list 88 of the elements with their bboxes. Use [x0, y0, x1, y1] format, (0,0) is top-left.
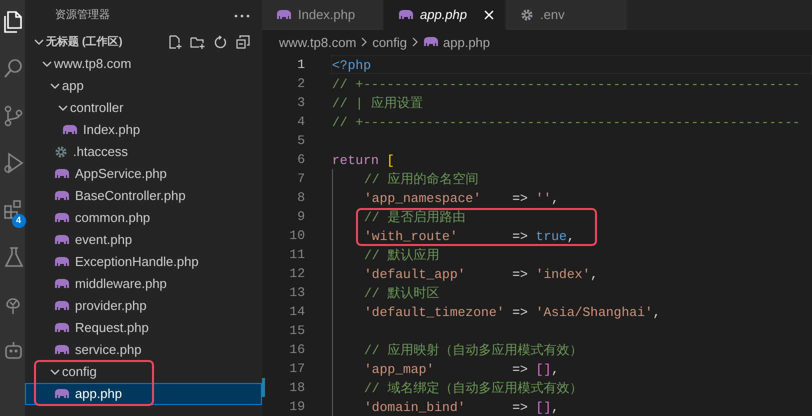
code-line: return [: [331, 152, 396, 169]
code-line: 'default_timezone' => 'Asia/Shanghai',: [331, 302, 812, 321]
line-number: 5: [296, 132, 305, 150]
line-number: 8: [296, 189, 305, 207]
elephant-icon: [54, 212, 70, 224]
file-item[interactable]: app.php: [25, 383, 262, 405]
code-line: // 是否启用路由: [331, 207, 812, 226]
folder-item[interactable]: app: [25, 75, 262, 97]
code-line: // | 应用设置: [331, 95, 424, 112]
elephant-icon: [54, 234, 70, 246]
line-number: 1: [296, 56, 305, 74]
gear-icon: [54, 145, 68, 159]
new-file-icon[interactable]: [167, 34, 182, 50]
chevron-right-icon: [359, 36, 370, 48]
elephant-icon: [54, 256, 70, 268]
files-icon[interactable]: [2, 10, 24, 34]
code-line: // 默认应用: [331, 245, 812, 264]
file-item[interactable]: provider.php: [25, 295, 262, 317]
breadcrumb-item[interactable]: config: [372, 32, 408, 52]
blocks-icon[interactable]: [2, 198, 24, 222]
elephant-icon: [54, 168, 70, 180]
line-number: 7: [296, 170, 305, 188]
code-line: // 应用的命名空间: [331, 169, 812, 188]
play-icon[interactable]: [2, 151, 24, 175]
line-number: 13: [288, 284, 305, 302]
elephant-icon: [54, 388, 70, 400]
editor-tab[interactable]: Index.php: [262, 0, 384, 30]
file-item[interactable]: BaseController.php: [25, 185, 262, 207]
line-number: 2: [296, 75, 305, 93]
line-number: 12: [288, 265, 305, 283]
line-number: 15: [288, 322, 305, 340]
new-folder-icon[interactable]: [190, 34, 205, 50]
file-item[interactable]: Index.php: [25, 119, 262, 141]
folder-item[interactable]: config: [25, 361, 262, 383]
line-number: 16: [288, 341, 305, 359]
editor-tab[interactable]: app.php: [384, 0, 506, 30]
code-line: // 默认时区: [331, 283, 812, 302]
code-line: 'app_namespace' => '',: [331, 188, 812, 207]
breadcrumb-item[interactable]: app.php: [423, 32, 490, 52]
flask-icon[interactable]: [2, 245, 24, 269]
file-item[interactable]: middleware.php: [25, 273, 262, 295]
file-item[interactable]: event.php: [25, 229, 262, 251]
elephant-icon: [54, 278, 70, 290]
workspace-name: 无标题 (工作区): [46, 34, 122, 50]
line-number: 14: [288, 303, 305, 321]
line-number: 9: [296, 208, 305, 226]
file-item[interactable]: Request.php: [25, 317, 262, 339]
file-item[interactable]: ExceptionHandle.php: [25, 251, 262, 273]
code-line: // 域名绑定（自动多应用模式有效）: [331, 378, 812, 397]
file-item[interactable]: .htaccess: [25, 141, 262, 163]
code-line: 'app_map' => [],: [331, 359, 812, 378]
elephant-icon: [54, 322, 70, 334]
editor-tab[interactable]: .env: [506, 0, 628, 30]
line-number: 10: [288, 227, 305, 245]
line-number: 4: [296, 113, 305, 131]
code-line: // 应用映射（自动多应用模式有效）: [331, 340, 812, 359]
count-badge: 4: [12, 214, 26, 228]
elephant-icon: [276, 8, 292, 21]
file-item[interactable]: AppService.php: [25, 163, 262, 185]
panel-title: 资源管理器: [55, 8, 110, 24]
line-number: 18: [288, 379, 305, 397]
line-number: 6: [296, 151, 305, 169]
folder-item[interactable]: www.tp8.com: [25, 53, 262, 75]
more-icon[interactable]: [234, 12, 250, 18]
breadcrumb-item[interactable]: www.tp8.com: [279, 32, 356, 52]
file-item[interactable]: service.php: [25, 339, 262, 361]
file-item[interactable]: common.php: [25, 207, 262, 229]
elephant-icon: [423, 36, 440, 48]
code-line: // +--------------------------------------------------------: [331, 76, 802, 93]
refresh-icon[interactable]: [213, 34, 228, 50]
elephant-icon: [54, 190, 70, 202]
elephant-icon: [54, 344, 70, 356]
code-line: 'default_app' => 'index',: [331, 264, 812, 283]
elephant-icon: [62, 124, 78, 136]
code-line: // +--------------------------------------------------------: [331, 114, 802, 131]
gear-icon: [520, 8, 534, 22]
folder-item[interactable]: controller: [25, 97, 262, 119]
collapse-icon[interactable]: [236, 34, 251, 50]
elephant-icon: [398, 8, 414, 21]
code-line: 'with_route' => true,: [331, 226, 812, 245]
line-number: 3: [296, 94, 305, 112]
line-number: 19: [288, 398, 305, 416]
code-line: 'domain_bind' => [],: [331, 397, 812, 416]
line-number: 17: [288, 360, 305, 378]
chevron-right-icon: [410, 36, 420, 48]
line-number: 11: [288, 246, 305, 264]
elephant-icon: [54, 300, 70, 312]
close-icon[interactable]: [483, 8, 495, 21]
